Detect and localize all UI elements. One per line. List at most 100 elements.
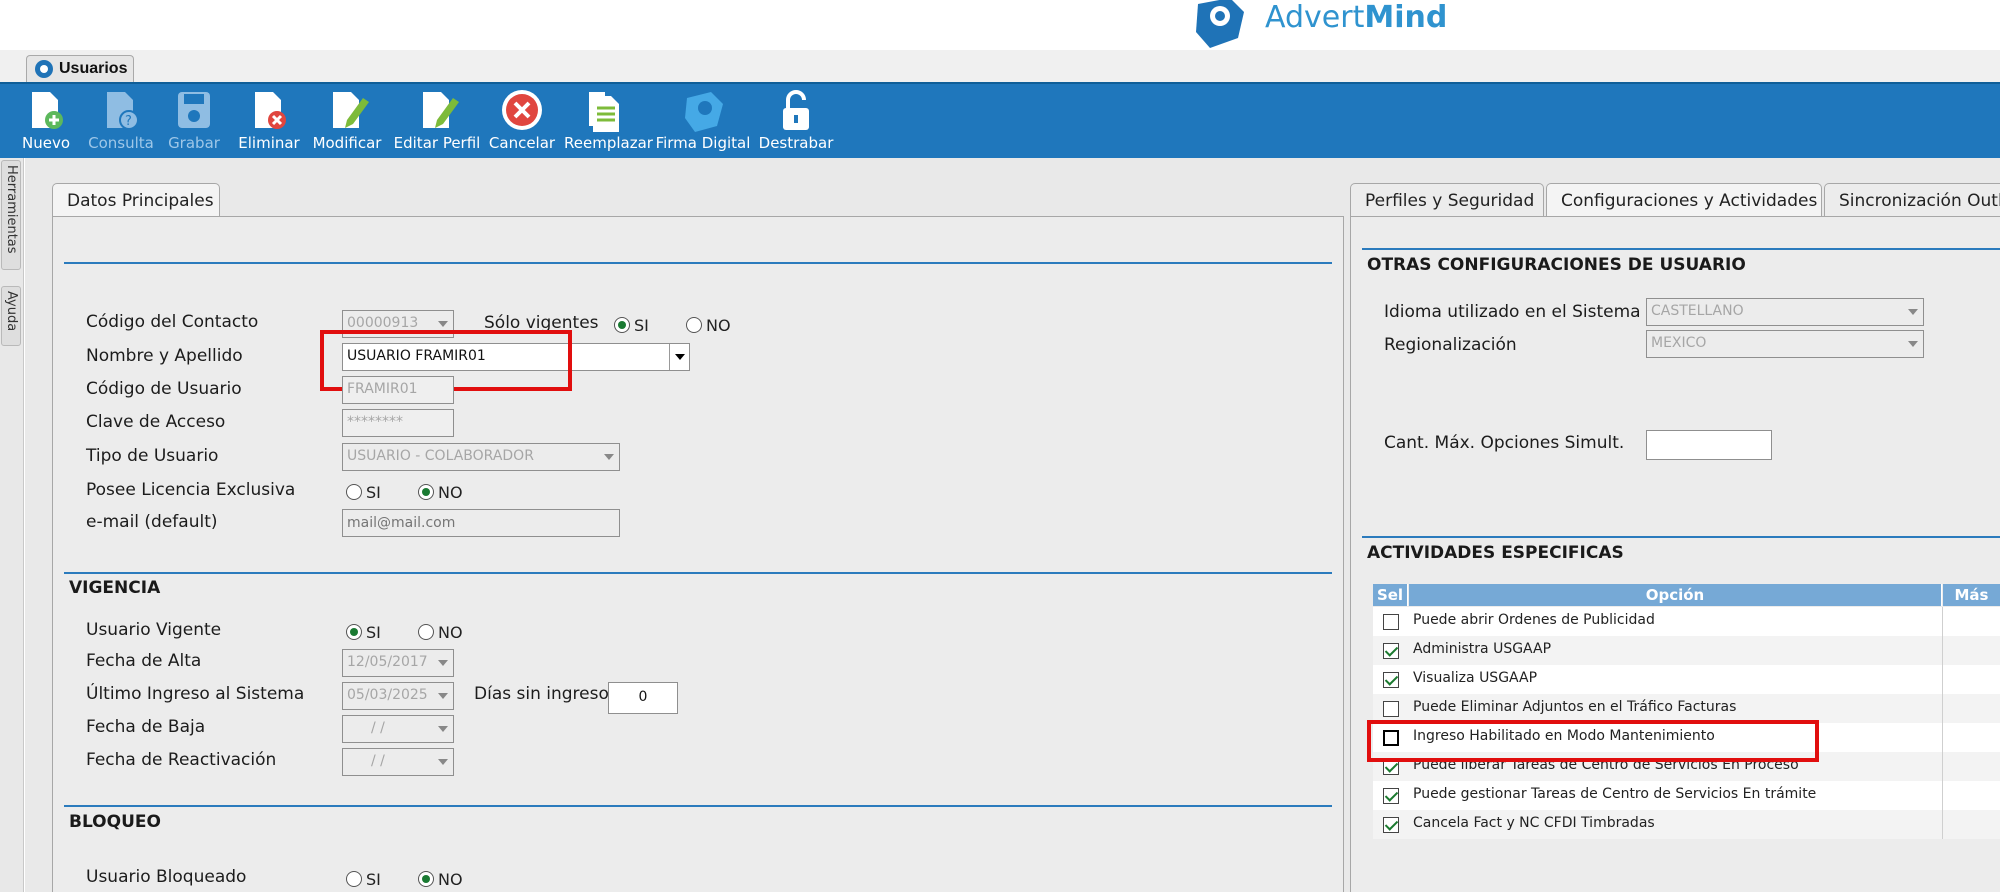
replace-button-label: Reemplazar xyxy=(564,134,653,152)
cant-max-field[interactable] xyxy=(1646,430,1772,460)
ultimo-ingreso-field[interactable]: 05/03/2025 xyxy=(342,682,454,710)
regionalizacion-select[interactable]: MEXICO xyxy=(1646,330,1924,358)
tab-perfiles-seguridad[interactable]: Perfiles y Seguridad xyxy=(1350,183,1544,217)
fecha-alta-field[interactable]: 12/05/2017 xyxy=(342,649,454,677)
solo-vigentes-no-label: NO xyxy=(706,316,731,335)
bloqueado-no-label: NO xyxy=(438,870,463,889)
actividades-title: ACTIVIDADES ESPECIFICAS xyxy=(1367,543,1624,563)
digital-signature-button[interactable]: Firma Digital xyxy=(654,84,752,160)
modify-button-label: Modificar xyxy=(312,134,382,152)
delete-doc-icon xyxy=(255,92,286,129)
edit-doc-icon xyxy=(333,92,369,128)
tab-usuarios[interactable]: Usuarios xyxy=(26,55,134,83)
cancel-button[interactable]: Cancelar xyxy=(488,84,556,160)
cancel-button-label: Cancelar xyxy=(488,134,556,152)
unlock-icon xyxy=(783,90,809,130)
codigo-usuario-field[interactable]: FRAMIR01 xyxy=(342,376,454,404)
clave-acceso-label: Clave de Acceso xyxy=(86,412,226,432)
actividades-divider xyxy=(1362,536,2000,538)
unlock-button[interactable]: Destrabar xyxy=(756,84,836,160)
column-header-sel[interactable]: Sel xyxy=(1373,584,1408,606)
row-mas-cell xyxy=(1942,636,1943,665)
bloqueo-divider xyxy=(64,805,1332,807)
email-label: e-mail (default) xyxy=(86,512,218,532)
edit-profile-button-label: Editar Perfil xyxy=(393,134,481,152)
tab-sincronizacion-outlook[interactable]: Sincronización Outlo xyxy=(1824,183,2000,217)
rail-tab-ayuda[interactable]: Ayuda xyxy=(1,286,21,346)
fecha-baja-label: Fecha de Baja xyxy=(86,717,206,737)
dias-sin-ingreso-field[interactable]: 0 xyxy=(608,682,678,714)
document-tab-strip xyxy=(0,50,2000,82)
bloqueado-no-radio[interactable] xyxy=(418,871,434,887)
rail-tab-herramientas[interactable]: Herramientas xyxy=(1,160,21,270)
column-header-mas[interactable]: Más xyxy=(1943,584,2000,606)
codigo-contacto-value: 00000913 xyxy=(347,315,419,331)
save-icon xyxy=(178,92,210,128)
row-checkbox[interactable] xyxy=(1383,817,1399,833)
row-checkbox[interactable] xyxy=(1383,788,1399,804)
table-row[interactable]: Puede Eliminar Adjuntos en el Tráfico Fa… xyxy=(1373,694,2000,723)
brand-name-light: Advert xyxy=(1265,0,1365,35)
fecha-reactivacion-field[interactable]: / / xyxy=(342,748,454,776)
tab-datos-principales[interactable]: Datos Principales xyxy=(52,183,220,217)
edit-profile-button[interactable]: Editar Perfil xyxy=(392,84,482,160)
cant-max-label: Cant. Máx. Opciones Simult. xyxy=(1384,433,1625,453)
table-row[interactable]: Visualiza USGAAP xyxy=(1373,665,2000,694)
tipo-usuario-select[interactable]: USUARIO - COLABORADOR xyxy=(342,443,620,471)
licencia-no-radio[interactable] xyxy=(418,484,434,500)
digital-signature-icon xyxy=(685,92,723,132)
row-checkbox[interactable] xyxy=(1383,643,1399,659)
column-header-opcion[interactable]: Opción xyxy=(1409,584,1942,606)
tab-configuraciones-actividades[interactable]: Configuraciones y Actividades xyxy=(1546,183,1822,217)
idioma-label: Idioma utilizado en el Sistema xyxy=(1384,302,1641,322)
fecha-reactivacion-value: / / xyxy=(371,753,385,769)
bloqueado-si-label: SI xyxy=(366,870,381,889)
row-checkbox[interactable] xyxy=(1383,701,1399,717)
modify-button[interactable]: Modificar xyxy=(310,84,384,160)
chevron-down-icon xyxy=(433,650,453,676)
idioma-select[interactable]: CASTELLANO xyxy=(1646,298,1924,326)
main-toolbar: Nuevo ? Consulta Grabar Eliminar Modific… xyxy=(0,82,2000,158)
vigencia-title: VIGENCIA xyxy=(69,578,161,598)
dias-sin-ingreso-label: Días sin ingreso xyxy=(474,684,609,704)
chevron-down-icon xyxy=(1903,299,1923,325)
row-option-label: Puede abrir Ordenes de Publicidad xyxy=(1413,612,1655,628)
table-row[interactable]: Puede gestionar Tareas de Centro de Serv… xyxy=(1373,781,2000,810)
table-row[interactable]: Administra USGAAP xyxy=(1373,636,2000,665)
fecha-baja-field[interactable]: / / xyxy=(342,715,454,743)
bloqueado-si-radio[interactable] xyxy=(346,871,362,887)
row-option-label: Cancela Fact y NC CFDI Timbradas xyxy=(1413,815,1655,831)
vigente-si-label: SI xyxy=(366,623,381,642)
table-row[interactable]: Puede abrir Ordenes de Publicidad xyxy=(1373,607,2000,636)
row-checkbox[interactable] xyxy=(1383,614,1399,630)
solo-vigentes-si-radio[interactable] xyxy=(614,317,630,333)
solo-vigentes-no-radio[interactable] xyxy=(686,317,702,333)
save-button-label: Grabar xyxy=(168,134,220,152)
replace-icon xyxy=(589,92,619,132)
codigo-usuario-label: Código de Usuario xyxy=(86,379,242,399)
new-doc-icon xyxy=(32,92,63,129)
idioma-value: CASTELLANO xyxy=(1651,303,1744,319)
replace-button[interactable]: Reemplazar xyxy=(564,84,653,160)
email-field[interactable] xyxy=(342,509,620,537)
save-button[interactable]: Grabar xyxy=(162,84,226,160)
row-mas-cell xyxy=(1942,694,1943,723)
new-button[interactable]: Nuevo xyxy=(16,84,76,160)
licencia-si-radio[interactable] xyxy=(346,484,362,500)
query-button[interactable]: ? Consulta xyxy=(86,84,156,160)
vigente-si-radio[interactable] xyxy=(346,624,362,640)
vigente-no-label: NO xyxy=(438,623,463,642)
vigente-no-radio[interactable] xyxy=(418,624,434,640)
chevron-down-icon xyxy=(433,683,453,709)
delete-button[interactable]: Eliminar xyxy=(236,84,302,160)
bloqueo-title: BLOQUEO xyxy=(69,812,161,832)
query-button-label: Consulta xyxy=(88,134,154,152)
regionalizacion-value: MEXICO xyxy=(1651,335,1707,351)
otras-config-divider xyxy=(1362,248,2000,250)
side-rail: Herramientas Ayuda xyxy=(0,158,24,892)
clave-acceso-field[interactable]: ******** xyxy=(342,409,454,437)
fecha-alta-label: Fecha de Alta xyxy=(86,651,202,671)
ultimo-ingreso-value: 05/03/2025 xyxy=(347,687,428,703)
table-row[interactable]: Cancela Fact y NC CFDI Timbradas xyxy=(1373,810,2000,839)
row-checkbox[interactable] xyxy=(1383,672,1399,688)
